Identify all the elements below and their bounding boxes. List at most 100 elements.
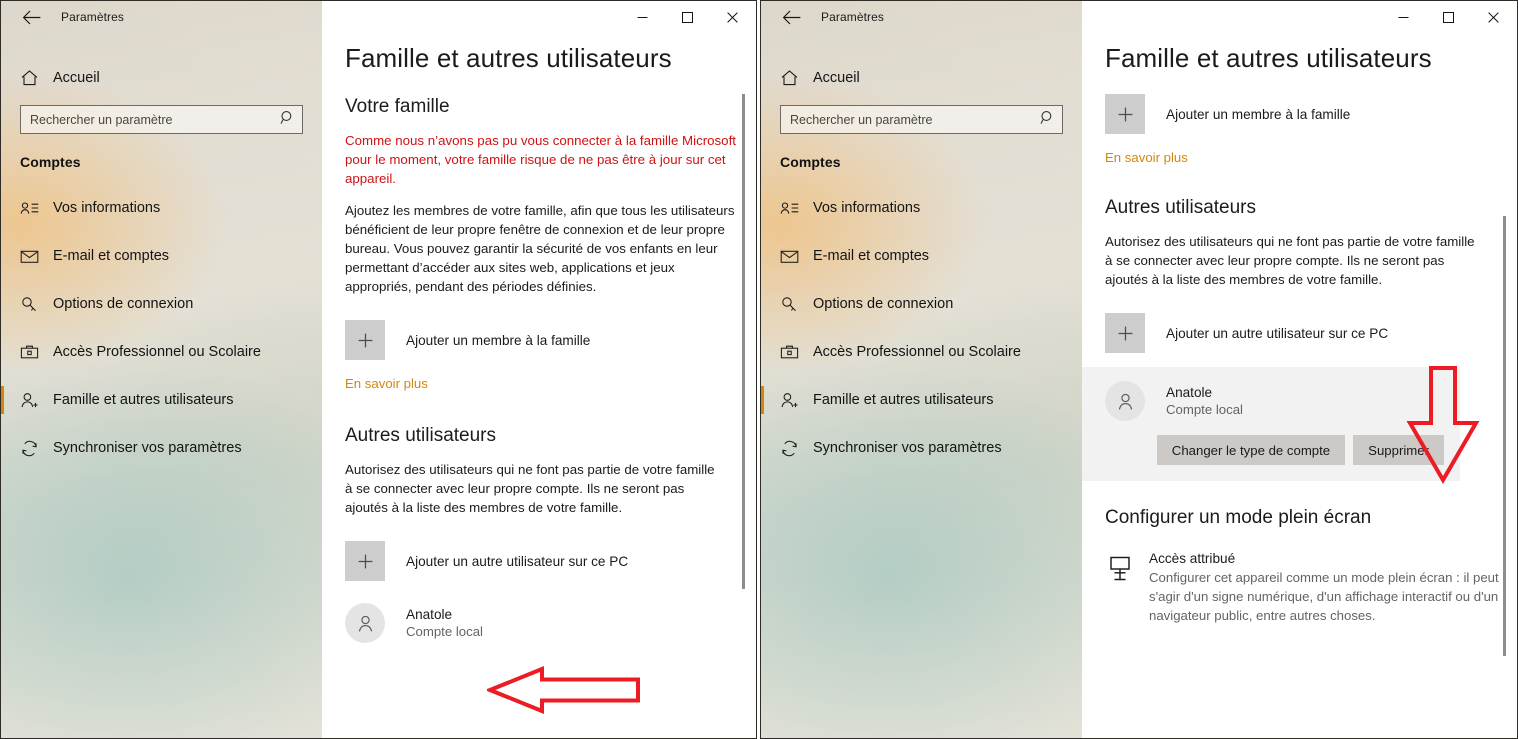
sidebar-item-label: Options de connexion: [813, 296, 954, 312]
home-icon: [20, 69, 46, 87]
sidebar-item-label: Synchroniser vos paramètres: [813, 440, 1002, 456]
sidebar-item-email-et-comptes[interactable]: E-mail et comptes: [1, 232, 322, 280]
search-input[interactable]: [21, 106, 302, 133]
maximize-icon[interactable]: [665, 2, 710, 33]
sidebar-item-email-et-comptes[interactable]: E-mail et comptes: [761, 232, 1082, 280]
sidebar-section-title: Comptes: [780, 154, 841, 170]
add-other-user-label: Ajouter un autre utilisateur sur ce PC: [406, 553, 629, 569]
user-account-type: Compte local: [406, 623, 483, 639]
sidebar-item-label: Vos informations: [53, 200, 161, 216]
add-family-member-button[interactable]: Ajouter un membre à la famille: [345, 320, 756, 360]
family-description-text: Ajoutez les membres de votre famille, af…: [345, 203, 735, 294]
sidebar-item-acces-professionnel[interactable]: Accès Professionnel ou Scolaire: [1, 328, 322, 376]
search-input[interactable]: [781, 106, 1062, 133]
key-icon: [20, 296, 46, 313]
page-title: Famille et autres utilisateurs: [345, 43, 672, 73]
sidebar-item-label: Famille et autres utilisateurs: [813, 392, 994, 408]
user-name: Anatole: [1166, 384, 1213, 400]
sidebar-item-synchroniser-vos-parametres[interactable]: Synchroniser vos paramètres: [761, 424, 1082, 472]
user-card-anatole-expanded[interactable]: Anatole Compte local Changer le type de …: [1082, 367, 1460, 481]
window-controls-right: [1381, 2, 1516, 33]
scrollbar-thumb-left[interactable]: [742, 94, 745, 589]
user-name: Anatole: [406, 606, 453, 622]
search-wrapper: [1, 97, 322, 134]
sync-icon: [780, 440, 806, 457]
sidebar-item-options-de-connexion[interactable]: Options de connexion: [761, 280, 1082, 328]
selection-accent-bar: [761, 386, 764, 414]
sidebar-item-vos-informations[interactable]: Vos informations: [1, 184, 322, 232]
down-arrow-annotation: [1406, 366, 1480, 484]
section-heading-autres-utilisateurs: Autres utilisateurs: [1105, 197, 1257, 218]
minimize-icon[interactable]: [1381, 2, 1426, 33]
page-title: Famille et autres utilisateurs: [1105, 43, 1432, 73]
sidebar-item-famille-et-autres-utilisateurs[interactable]: Famille et autres utilisateurs: [1, 376, 322, 424]
selection-accent-bar: [1, 386, 4, 414]
sidebar-item-vos-informations[interactable]: Vos informations: [761, 184, 1082, 232]
add-other-user-button[interactable]: Ajouter un autre utilisateur sur ce PC: [1105, 313, 1517, 353]
section-heading-autres-utilisateurs: Autres utilisateurs: [345, 425, 497, 446]
home-icon: [780, 69, 806, 87]
sync-icon: [20, 440, 46, 457]
sidebar-nav: Vos informations E-mail et comptes Optio…: [761, 184, 1082, 472]
section-heading-mode-plein-ecran: Configurer un mode plein écran: [1105, 507, 1372, 528]
sidebar-item-home-label: Accueil: [813, 70, 860, 86]
sidebar-item-famille-et-autres-utilisateurs[interactable]: Famille et autres utilisateurs: [761, 376, 1082, 424]
title-bar: Paramètres: [761, 1, 1082, 33]
mail-icon: [780, 249, 806, 264]
back-arrow-icon[interactable]: [15, 2, 47, 32]
search-icon[interactable]: [280, 110, 295, 130]
sidebar-item-label: Options de connexion: [53, 296, 194, 312]
add-family-member-label: Ajouter un membre à la famille: [1166, 106, 1351, 122]
learn-more-link[interactable]: En savoir plus: [345, 376, 428, 391]
briefcase-icon: [20, 344, 46, 360]
settings-window-left: Paramètres Accueil Comp: [0, 0, 757, 739]
plus-icon: [345, 320, 385, 360]
sidebar-right: Paramètres Accueil Comp: [761, 1, 1082, 738]
add-other-user-button[interactable]: Ajouter un autre utilisateur sur ce PC: [345, 541, 756, 581]
sidebar-item-synchroniser-vos-parametres[interactable]: Synchroniser vos paramètres: [1, 424, 322, 472]
close-icon[interactable]: [1471, 2, 1516, 33]
other-users-description-text: Autorisez des utilisateurs qui ne font p…: [1105, 234, 1475, 287]
learn-more-link[interactable]: En savoir plus: [1105, 150, 1188, 165]
section-heading-votre-famille: Votre famille: [345, 96, 450, 117]
sidebar-item-label: Vos informations: [813, 200, 921, 216]
family-warning-text: Comme nous n’avons pas pu vous connecter…: [345, 133, 736, 186]
user-list-item-anatole[interactable]: Anatole Compte local: [345, 603, 756, 643]
change-account-type-button[interactable]: Changer le type de compte: [1156, 435, 1346, 465]
screen: Paramètres Accueil Comp: [0, 0, 1518, 739]
kiosk-setting-row[interactable]: Accès attribué Configurer cet appareil c…: [1105, 551, 1517, 625]
app-title: Paramètres: [61, 10, 125, 24]
left-arrow-annotation: [487, 666, 640, 714]
sidebar-nav: Vos informations E-mail et comptes Optio…: [1, 184, 322, 472]
sidebar-item-label: Accès Professionnel ou Scolaire: [53, 344, 261, 360]
sidebar-item-home-label: Accueil: [53, 70, 100, 86]
kiosk-title: Accès attribué: [1149, 551, 1236, 566]
add-family-member-label: Ajouter un membre à la famille: [406, 332, 591, 348]
sidebar-item-home[interactable]: Accueil: [761, 59, 1082, 97]
contact-card-icon: [20, 200, 46, 216]
add-user-icon: [780, 392, 806, 409]
sidebar-item-home[interactable]: Accueil: [1, 59, 322, 97]
sidebar-item-label: Synchroniser vos paramètres: [53, 440, 242, 456]
person-icon: [1105, 381, 1145, 421]
search-icon[interactable]: [1040, 110, 1055, 130]
back-arrow-icon[interactable]: [775, 2, 807, 32]
sidebar-item-label: E-mail et comptes: [813, 248, 930, 264]
maximize-icon[interactable]: [1426, 2, 1471, 33]
plus-icon: [1105, 94, 1145, 134]
user-list-item-anatole[interactable]: Anatole Compte local: [1105, 381, 1444, 421]
sidebar-left: Paramètres Accueil Comp: [1, 1, 322, 738]
search-box[interactable]: [780, 105, 1063, 134]
sidebar-item-acces-professionnel[interactable]: Accès Professionnel ou Scolaire: [761, 328, 1082, 376]
close-icon[interactable]: [710, 2, 755, 33]
add-family-member-button[interactable]: Ajouter un membre à la famille: [1105, 94, 1517, 134]
minimize-icon[interactable]: [620, 2, 665, 33]
scrollbar-thumb-right[interactable]: [1503, 216, 1506, 656]
user-account-type: Compte local: [1166, 401, 1243, 417]
sidebar-item-options-de-connexion[interactable]: Options de connexion: [1, 280, 322, 328]
search-box[interactable]: [20, 105, 303, 134]
plus-icon: [345, 541, 385, 581]
person-icon: [345, 603, 385, 643]
kiosk-display-icon: [1105, 551, 1147, 625]
kiosk-description: Configurer cet appareil comme un mode pl…: [1149, 570, 1499, 623]
